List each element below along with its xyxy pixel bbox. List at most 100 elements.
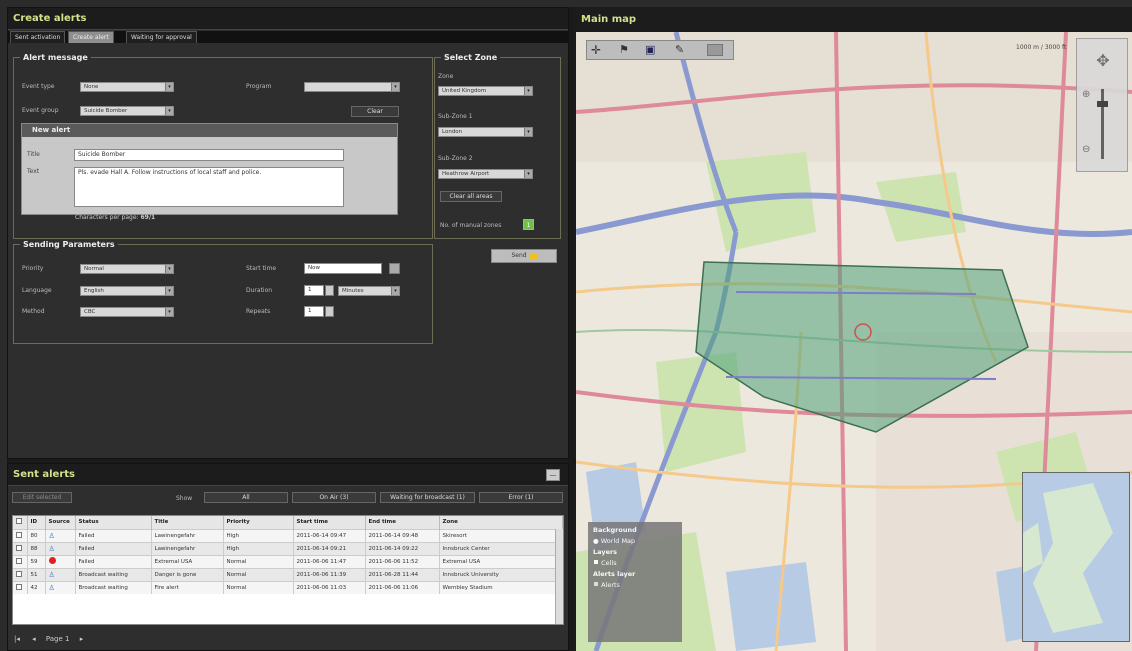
filter-error-button[interactable]: Error (1) <box>479 492 563 503</box>
col-zone[interactable]: Zone <box>439 516 563 529</box>
vertical-splitter[interactable] <box>569 7 576 651</box>
alerts-checkbox[interactable]: Alerts <box>593 581 677 589</box>
filter-waiting-button[interactable]: Waiting for broadcast (1) <box>380 492 475 503</box>
title-input[interactable]: Suicide Bomber <box>74 149 344 161</box>
cell-id: 88 <box>27 541 46 555</box>
subzone1-label: Sub-Zone 1 <box>438 113 473 120</box>
subzone1-select[interactable]: London ▾ <box>438 127 533 137</box>
repeats-stepper[interactable] <box>325 306 334 317</box>
cell-status: Failed <box>75 554 152 568</box>
event-group-label: Event group <box>22 107 59 114</box>
cell-title: Lawinengefahr <box>151 528 224 542</box>
select-all-checkbox[interactable] <box>13 516 28 529</box>
cell-title: Extremal USA <box>151 554 224 568</box>
cell-id: 59 <box>27 554 46 568</box>
col-status[interactable]: Status <box>75 516 152 529</box>
row-checkbox[interactable] <box>13 541 28 555</box>
cell-priority: Normal <box>223 580 294 594</box>
priority-select[interactable]: Normal ▾ <box>80 264 174 274</box>
method-select[interactable]: CBC ▾ <box>80 307 174 317</box>
map-scale: 1000 m / 3000 ft <box>1016 44 1067 51</box>
duration-stepper[interactable] <box>325 285 334 296</box>
alert-message-legend: Alert message <box>23 53 88 62</box>
title-label: Title <box>27 151 40 158</box>
select-box-icon[interactable]: ▣ <box>645 43 655 56</box>
table-row[interactable]: 42 ♙ Broadcast waiting Fire alert Normal 2011… <box>13 580 563 594</box>
col-title[interactable]: Title <box>151 516 224 529</box>
table-row[interactable]: 59 Failed Extremal USA Normal 2011-06-06 11:… <box>13 554 563 568</box>
subzone2-select[interactable]: Heathrow Airport ▾ <box>438 169 533 179</box>
world-map-radio[interactable]: ● World Map <box>593 537 677 545</box>
sending-parameters-legend: Sending Parameters <box>23 240 115 249</box>
clear-button[interactable]: Clear <box>351 106 399 117</box>
filter-all-button[interactable]: All <box>204 492 288 503</box>
cell-start-time: 2011-06-06 11:47 <box>293 554 366 568</box>
cell-end-time: 2011-06-14 09:22 <box>365 541 440 555</box>
zoom-out-icon[interactable]: ⊖ <box>1082 144 1090 155</box>
event-group-select[interactable]: Suicide Bomber ▾ <box>80 106 174 116</box>
cell-start-time: 2011-06-06 11:39 <box>293 567 366 581</box>
cell-end-time: 2011-06-14 09:48 <box>365 528 440 542</box>
text-area[interactable]: Pls. evade Hall A. Follow instructions o… <box>74 167 344 207</box>
table-scrollbar[interactable] <box>555 529 563 624</box>
draw-pencil-icon[interactable]: ✎ <box>675 43 684 56</box>
send-icon <box>528 252 537 259</box>
create-alerts-title: Create alerts <box>8 8 568 30</box>
cell-priority: High <box>223 528 294 542</box>
sent-alerts-title: Sent alerts <box>8 464 568 486</box>
cell-source-person-icon: ♙ <box>45 567 76 581</box>
program-label: Program <box>246 83 272 90</box>
manual-zones-label: No. of manual zones <box>440 222 502 229</box>
manual-zones-count: 1 <box>523 219 534 230</box>
cell-source-person-icon: ♙ <box>45 528 76 542</box>
erase-icon[interactable] <box>707 44 723 56</box>
zoom-slider-handle[interactable] <box>1097 101 1108 107</box>
tab-waiting-approval[interactable]: Waiting for approval <box>126 31 197 43</box>
zoom-slider[interactable] <box>1101 89 1104 159</box>
col-source[interactable]: Source <box>45 516 76 529</box>
cells-checkbox[interactable]: Cells <box>593 559 677 567</box>
collapse-icon[interactable]: — <box>546 469 560 481</box>
row-checkbox[interactable] <box>13 554 28 568</box>
send-button[interactable]: Send <box>491 249 557 263</box>
select-zone-group: Select Zone <box>434 53 561 239</box>
col-end-time[interactable]: End time <box>365 516 440 529</box>
duration-unit-select[interactable]: Minutes ▾ <box>338 286 400 296</box>
pan-arrows-icon[interactable]: ✥ <box>1085 43 1121 79</box>
event-type-select[interactable]: None ▾ <box>80 82 174 92</box>
program-select[interactable]: ▾ <box>304 82 400 92</box>
language-label: Language <box>22 287 52 294</box>
zone-select[interactable]: United Kingdom ▾ <box>438 86 533 96</box>
flag-icon[interactable]: ⚑ <box>619 43 629 56</box>
map-canvas[interactable]: ✛ ⚑ ▣ ✎ 1000 m / 3000 ft ✥ ⊕ ⊖ Backgroun… <box>576 32 1132 651</box>
table-row[interactable]: 80 ♙ Failed Lawinengefahr High 2011-06-14 09:… <box>13 528 563 542</box>
next-page-icon[interactable]: ▸ <box>80 635 84 643</box>
table-row[interactable]: 51 ♙ Broadcast waiting Danger is gone Normal… <box>13 567 563 581</box>
row-checkbox[interactable] <box>13 528 28 542</box>
duration-input[interactable]: 1 <box>304 285 324 296</box>
cell-id: 42 <box>27 580 46 594</box>
repeats-input[interactable]: 1 <box>304 306 324 317</box>
filter-on-air-button[interactable]: On Air (3) <box>292 492 376 503</box>
language-select[interactable]: English ▾ <box>80 286 174 296</box>
overview-map[interactable] <box>1022 472 1130 642</box>
row-checkbox[interactable] <box>13 567 28 581</box>
chevron-down-icon: ▾ <box>524 87 532 95</box>
tab-sent-activation[interactable]: Sent activation <box>10 31 66 43</box>
calendar-icon[interactable] <box>389 263 400 274</box>
start-time-input[interactable]: Now <box>304 263 382 274</box>
col-id[interactable]: ID <box>27 516 46 529</box>
zoom-in-icon[interactable]: ⊕ <box>1082 89 1090 100</box>
first-page-icon[interactable]: |◂ <box>14 635 20 643</box>
pan-icon[interactable]: ✛ <box>591 43 601 57</box>
row-checkbox[interactable] <box>13 580 28 594</box>
tab-create-alert[interactable]: Create alert <box>68 31 114 43</box>
table-row[interactable]: 88 ♙ Failed Lawinengefahr High 2011-06-14 09:… <box>13 541 563 555</box>
chevron-down-icon: ▾ <box>391 83 399 91</box>
edit-selected-button[interactable]: Edit selected <box>12 492 72 503</box>
prev-page-icon[interactable]: ◂ <box>32 635 36 643</box>
col-start-time[interactable]: Start time <box>293 516 366 529</box>
chevron-down-icon: ▾ <box>524 128 532 136</box>
clear-all-areas-button[interactable]: Clear all areas <box>440 191 502 202</box>
col-priority[interactable]: Priority <box>223 516 294 529</box>
